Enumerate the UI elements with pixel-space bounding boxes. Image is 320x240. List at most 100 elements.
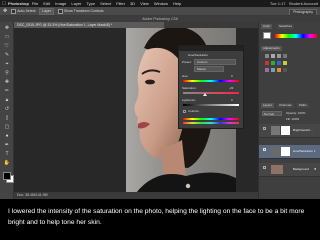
adjustment-thumbnail [271,126,280,135]
visibility-eye-icon[interactable] [263,148,266,151]
lightness-value[interactable]: 0 [231,98,233,102]
lightness-slider[interactable] [183,104,239,106]
eyedropper-tool-icon[interactable]: ⚲ [2,69,12,77]
background-thumbnail [271,165,283,174]
menu-view[interactable]: View [140,1,149,6]
color-swatches[interactable] [3,172,14,183]
clone-stamp-tool-icon[interactable]: ▲ [2,96,12,104]
tab-color[interactable]: Color [261,24,273,29]
preset-dropdown[interactable]: Custom [194,59,236,65]
auto-select-checkbox[interactable] [11,8,17,14]
auto-select-dropdown[interactable]: Layer [39,7,55,15]
menu-select[interactable]: Select [100,1,111,6]
blend-mode-dropdown[interactable]: Normal [262,111,282,116]
menu-filter[interactable]: Filter [116,1,125,6]
hand-tool-icon[interactable]: ✋ [2,159,12,167]
layer-row-hue-saturation[interactable]: Hue/Saturation 1 [259,145,320,159]
hue-slider[interactable] [183,80,239,82]
color-range-bar-top [183,118,239,120]
tab-paths[interactable]: Paths [297,103,309,108]
menu-window[interactable]: Window [154,1,168,6]
properties-panel-header[interactable] [179,46,243,51]
apple-icon[interactable]:  [0,1,8,7]
fill-field[interactable]: Fill: 100% [286,117,318,122]
move-tool-icon[interactable]: ✥ [2,24,12,32]
hue-value[interactable]: 0 [231,74,233,78]
layer-name[interactable]: Background [293,167,309,171]
eraser-tool-icon[interactable]: ▯ [2,114,12,122]
status-bar: Doc: 38.4M/141.9M [14,192,258,199]
hue-saturation-icon[interactable] [271,61,275,65]
foreground-color-swatch[interactable] [3,172,11,180]
menu-help[interactable]: Help [173,1,181,6]
color-balance-icon[interactable] [277,61,281,65]
menu-file[interactable]: File [32,1,38,6]
menu-type[interactable]: Type [86,1,95,6]
invert-icon[interactable] [283,68,287,72]
gradient-tool-icon[interactable]: ▢ [2,123,12,131]
menu-layer[interactable]: Layer [71,1,81,6]
workspace-switcher[interactable]: Photography [289,9,317,15]
layer-row-background[interactable]: Background ● [259,163,320,177]
menu-bar:  Photoshop File Edit Image Layer Type S… [0,0,320,7]
move-tool-icon[interactable]: ✥ [3,8,7,14]
preset-value: Custom [197,60,208,64]
saturation-label: Saturation: [182,86,197,90]
tab-channels[interactable]: Channels [277,103,294,108]
channel-dropdown[interactable]: Master [194,66,224,72]
vibrance-icon[interactable] [265,61,269,65]
healing-brush-tool-icon[interactable]: ✚ [2,78,12,86]
menu-3d[interactable]: 3D [130,1,135,6]
history-brush-tool-icon[interactable]: ↺ [2,105,12,113]
layer-mask-thumbnail[interactable] [281,147,290,156]
layer-name[interactable]: Hue/Saturation 1 [293,149,316,153]
show-transform-label: Show Transform Controls [64,9,104,13]
black-white-icon[interactable] [283,61,287,65]
color-lookup-icon[interactable] [277,68,281,72]
brush-tool-icon[interactable]: ✏ [2,87,12,95]
visibility-eye-icon[interactable] [263,127,266,130]
saturation-slider-thumb[interactable] [202,93,207,96]
layer-name[interactable]: Brightness/C... [293,128,313,132]
channel-value: Master [197,67,207,71]
caption-text: I lowered the intensity of the saturatio… [8,208,305,226]
menu-app-name[interactable]: Photoshop [8,1,29,6]
properties-panel-title: Hue/Saturation [188,53,209,57]
tab-layers[interactable]: Layers [261,103,275,108]
pen-tool-icon[interactable]: ✒ [2,141,12,149]
color-range-bar-bottom [183,122,239,124]
visibility-eye-icon[interactable] [263,166,266,169]
type-tool-icon[interactable]: T [2,150,12,158]
exposure-icon[interactable] [283,54,287,58]
quick-select-tool-icon[interactable]: ✎ [2,51,12,59]
curves-icon[interactable] [277,54,281,58]
layer-mask-thumbnail[interactable] [281,126,290,135]
color-spectrum-bar[interactable] [275,34,317,38]
saturation-value[interactable]: -23 [229,86,233,90]
colorize-label: Colorize [188,109,200,113]
lightness-label: Lightness: [182,98,196,102]
saturation-slider[interactable] [183,92,239,94]
lasso-tool-icon[interactable]: ➰ [2,42,12,50]
layer-row-brightness[interactable]: Brightness/C... [259,124,320,138]
adjustment-thumbnail [271,147,280,156]
tab-adjustments[interactable]: Adjustments [261,46,282,51]
brightness-contrast-icon[interactable] [265,54,269,58]
auto-select-label: Auto-Select: [17,9,37,13]
color-preview-swatch[interactable] [263,32,271,39]
marquee-tool-icon[interactable]: □ [2,33,12,41]
colorize-checkbox[interactable] [183,110,186,113]
channel-mixer-icon[interactable] [271,68,275,72]
photo-filter-icon[interactable] [265,68,269,72]
dodge-tool-icon[interactable]: ● [2,132,12,140]
tools-panel: ✥ □ ➰ ✎ ⌖ ⚲ ✚ ✏ ▲ ↺ ▯ ▢ ● ✒ T ✋ [0,22,14,199]
preset-label: Preset: [182,60,192,64]
opacity-field[interactable]: Opacity: 100% [286,111,318,116]
tab-swatches[interactable]: Swatches [277,24,295,29]
show-transform-checkbox[interactable] [58,8,64,14]
menu-edit[interactable]: Edit [43,1,50,6]
menu-image[interactable]: Image [55,1,66,6]
options-bar: ✥ Auto-Select: Layer Show Transform Cont… [0,7,320,16]
crop-tool-icon[interactable]: ⌖ [2,60,12,68]
levels-icon[interactable] [271,54,275,58]
